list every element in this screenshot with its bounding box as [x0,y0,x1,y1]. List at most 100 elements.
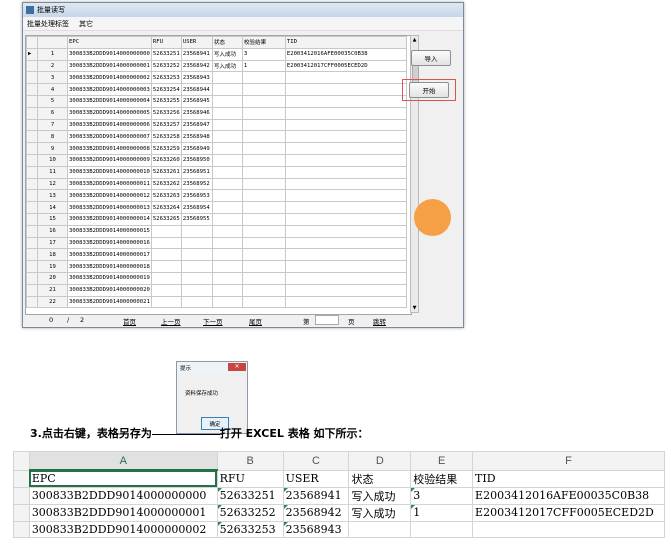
grid-cell-user[interactable]: 23568946 [180,106,213,120]
pager-goto-link[interactable]: 跳转 [373,316,386,326]
grid-cell-rfu[interactable]: 52633253 [150,71,182,85]
grid-cell-tid[interactable] [284,165,407,179]
excel-cell[interactable]: 写入成功 [348,486,412,505]
grid-cell-rfu[interactable]: 52633262 [150,177,182,191]
grid-cell-rfu[interactable]: 52633263 [150,189,182,203]
grid-cell-rfu[interactable]: 52633256 [150,106,182,120]
grid-cell-user[interactable]: 23568945 [180,94,213,108]
grid-cell-user[interactable]: 23568941 [180,47,213,61]
grid-cell-check[interactable] [241,106,286,120]
grid-header-tid[interactable]: TID [284,36,407,49]
menu-item-batch-tag[interactable]: 批量处理标签 [27,19,69,29]
grid-cell-rfu[interactable] [150,248,182,262]
grid-cell-rfu[interactable]: 52633259 [150,142,182,155]
grid-row-selector[interactable] [26,248,38,262]
excel-cell[interactable]: 写入成功 [348,503,412,522]
grid-cell-check[interactable] [241,189,286,203]
grid-row[interactable]: ▶ 1 300833B2DDD9014000000000 52633251 235689… [26,47,407,61]
pager-last-link[interactable]: 尾页 [249,316,262,326]
grid-cell-epc[interactable]: 300833B2DDD9014000000013 [67,201,152,214]
grid-cell-rfu[interactable]: 52633264 [150,201,182,214]
grid-cell-user[interactable]: 23568949 [180,142,213,155]
grid-cell-user[interactable]: 23568953 [180,189,213,203]
excel-corner-cell[interactable] [13,451,30,471]
grid-row-selector[interactable] [26,83,38,96]
grid-cell-check[interactable] [241,153,286,167]
pager-first-link[interactable]: 首页 [123,316,136,326]
grid-cell-status[interactable] [211,130,243,144]
grid-cell-epc[interactable]: 300833B2DDD9014000000018 [67,260,152,273]
grid-cell-status[interactable] [211,165,243,179]
excel-cell[interactable] [348,520,412,538]
grid-cell-status[interactable] [211,212,243,226]
excel-cell[interactable]: 300833B2DDD9014000000001 [28,503,218,522]
grid-row-selector[interactable] [26,295,38,309]
grid-cell-status[interactable] [211,236,243,250]
grid-cell-epc[interactable]: 300833B2DDD9014000000009 [67,153,152,167]
grid-row[interactable]: 10 300833B2DDD9014000000009 52633260 235689… [26,153,407,167]
grid-cell-check[interactable] [241,271,286,285]
grid-cell-epc[interactable]: 300833B2DDD9014000000012 [67,189,152,203]
grid-cell-tid[interactable] [284,283,407,297]
grid-cell-tid[interactable] [284,83,407,96]
grid-cell-epc[interactable]: 300833B2DDD9014000000004 [67,94,152,108]
grid-cell-check[interactable] [241,83,286,96]
grid-row-selector[interactable] [26,94,38,108]
grid-cell-rfu[interactable] [150,271,182,285]
grid-row[interactable]: 3 300833B2DDD9014000000002 52633253 2356894… [26,71,407,85]
grid-cell-status[interactable] [211,271,243,285]
grid-header-status[interactable]: 状态 [211,36,243,49]
grid-cell-epc[interactable]: 300833B2DDD9014000000010 [67,165,152,179]
grid-cell-user[interactable]: 23568944 [180,83,213,96]
excel-cell[interactable]: 23568941 [282,486,350,505]
grid-cell-check[interactable] [241,212,286,226]
excel-row-header[interactable] [13,520,30,538]
grid-cell-rfu[interactable]: 52633251 [150,47,182,61]
grid-cell-user[interactable]: 23568947 [180,118,213,132]
grid-cell-check[interactable] [241,165,286,179]
grid-cell-tid[interactable] [284,177,407,191]
grid-cell-tid[interactable] [284,201,407,214]
excel-sheet[interactable]: A B C D E F EPC RFU USER 状态 校验结果 TID 300… [13,451,665,547]
grid-cell-status[interactable] [211,94,243,108]
grid-cell-user[interactable]: 23568950 [180,153,213,167]
grid-cell-check[interactable] [241,295,286,309]
grid-row[interactable]: 9 300833B2DDD9014000000008 52633259 2356894… [26,142,407,155]
excel-cell[interactable]: 300833B2DDD9014000000000 [28,486,218,505]
grid-row[interactable]: 11 300833B2DDD9014000000010 52633261 235689… [26,165,407,179]
excel-col-a[interactable]: A [28,451,218,471]
grid-row[interactable]: 5 300833B2DDD9014000000004 52633255 2356894… [26,94,407,108]
grid-cell-tid[interactable] [284,248,407,262]
grid-cell-check[interactable] [241,283,286,297]
grid-row[interactable]: 19 300833B2DDD9014000000018 [26,260,407,273]
grid-cell-rfu[interactable] [150,260,182,273]
grid-row[interactable]: 18 300833B2DDD9014000000017 [26,248,407,262]
grid-cell-user[interactable] [180,271,213,285]
grid-cell-user[interactable] [180,248,213,262]
grid-cell-tid[interactable] [284,236,407,250]
grid-cell-check[interactable] [241,260,286,273]
grid-row[interactable]: 20 300833B2DDD9014000000019 [26,271,407,285]
menu-item-other[interactable]: 其它 [79,19,93,29]
excel-cell-e1[interactable]: 校验结果 [410,469,474,488]
excel-col-b[interactable]: B [216,451,284,471]
grid-cell-check[interactable] [241,130,286,144]
grid-row-selector[interactable] [26,59,38,73]
excel-cell[interactable]: 3 [410,486,474,505]
excel-cell[interactable]: E2003412017CFF0005ECED2D [472,503,665,522]
grid-row-selector[interactable] [26,201,38,214]
excel-row-header[interactable] [13,486,30,505]
grid-cell-status[interactable] [211,106,243,120]
excel-cell[interactable]: 23568943 [282,520,350,538]
tag-data-grid[interactable]: EPC RFU USER 状态 校验结果 TID ▶ 1 300833B2DDD90… [25,35,412,315]
grid-cell-epc[interactable]: 300833B2DDD9014000000021 [67,295,152,309]
grid-cell-tid[interactable] [284,94,407,108]
grid-row[interactable]: 4 300833B2DDD9014000000003 52633254 2356894… [26,83,407,96]
excel-col-f[interactable]: F [472,451,665,471]
excel-cell[interactable] [410,520,474,538]
grid-cell-tid[interactable] [284,212,407,226]
grid-cell-status[interactable] [211,295,243,309]
grid-vertical-scrollbar[interactable]: ▲ ▼ [410,35,419,313]
grid-cell-tid[interactable] [284,295,407,309]
grid-cell-tid[interactable] [284,71,407,85]
